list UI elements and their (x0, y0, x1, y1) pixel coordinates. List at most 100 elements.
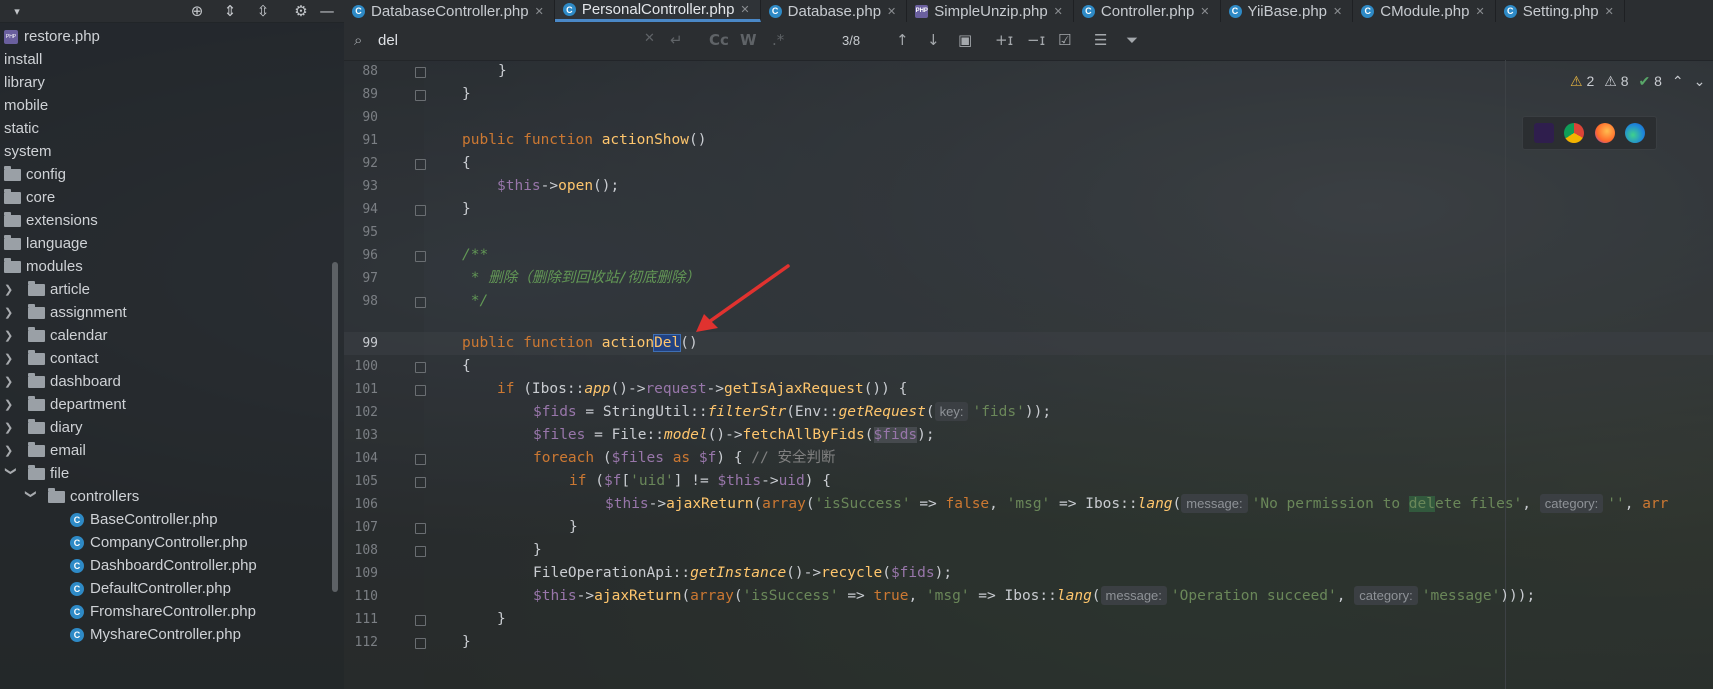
tree-item[interactable]: mobile (4, 94, 48, 117)
add-selection-icon[interactable]: +ɪ (995, 31, 1013, 49)
fold-marker[interactable] (415, 362, 426, 373)
chevron-right-icon[interactable]: ❯ (4, 306, 18, 319)
locate-icon[interactable]: ⊕ (186, 0, 208, 22)
fold-marker[interactable] (415, 67, 426, 78)
close-icon[interactable]: ✕ (1054, 5, 1063, 18)
tab-controller[interactable]: C Controller.php ✕ (1074, 0, 1221, 22)
remove-selection-icon[interactable]: −ɪ (1027, 31, 1045, 49)
typos-indicator[interactable]: ✔ 8 (1639, 73, 1662, 90)
close-icon[interactable]: ✕ (1475, 5, 1484, 18)
fold-marker[interactable] (415, 454, 426, 465)
tab-yiibase[interactable]: C YiiBase.php ✕ (1221, 0, 1354, 22)
tree-item[interactable]: static (4, 117, 39, 140)
inspection-widget[interactable]: ⚠ 2 ⚠ 8 ✔ 8 ⌃ ⌄ (1570, 70, 1705, 92)
expand-all-icon[interactable]: ⇕ (219, 0, 241, 22)
search-input[interactable] (378, 28, 678, 52)
chevron-down-icon[interactable]: ⌄ (1694, 73, 1706, 90)
tree-item[interactable]: core (4, 186, 55, 209)
tree-item[interactable]: ❯ department (4, 393, 126, 416)
next-occurrence-icon[interactable]: ↓ (927, 31, 940, 49)
tab-database[interactable]: C Database.php ✕ (761, 0, 908, 22)
tree-item[interactable]: ❯ assignment (4, 301, 127, 324)
fold-marker[interactable] (415, 251, 426, 262)
tree-item[interactable]: system (4, 140, 52, 163)
fold-marker[interactable] (415, 546, 426, 557)
firefox-icon[interactable] (1594, 123, 1615, 143)
chevron-right-icon[interactable]: ❯ (4, 329, 18, 342)
tree-item[interactable]: C FromshareController.php (70, 600, 256, 623)
close-icon[interactable]: ✕ (1333, 5, 1342, 18)
tree-item[interactable]: modules (4, 255, 83, 278)
tree-item[interactable]: ❯ diary (4, 416, 83, 439)
fold-marker[interactable] (415, 297, 426, 308)
fold-marker[interactable] (415, 205, 426, 216)
tree-item[interactable]: ❯ calendar (4, 324, 108, 347)
chevron-right-icon[interactable]: ❯ (4, 352, 18, 365)
tab-setting[interactable]: C Setting.php ✕ (1496, 0, 1625, 22)
tab-databasecontroller[interactable]: C DatabaseController.php ✕ (344, 0, 555, 22)
tree-scrollbar[interactable] (332, 262, 338, 592)
fold-marker[interactable] (415, 385, 426, 396)
tree-item[interactable]: ❯ contact (4, 347, 98, 370)
tree-item[interactable]: C DashboardController.php (70, 554, 257, 577)
tree-item[interactable]: PHP restore.php (4, 25, 100, 48)
tree-item[interactable]: C CompanyController.php (70, 531, 248, 554)
open-in-window-icon[interactable]: ▣ (958, 31, 972, 49)
dropdown-icon[interactable]: ▾ (6, 0, 28, 22)
select-all-occurrences-icon[interactable]: ☑ (1058, 31, 1071, 49)
chevron-up-icon[interactable]: ⌃ (1672, 73, 1684, 90)
tree-item[interactable]: language (4, 232, 88, 255)
weak-warnings-indicator[interactable]: ⚠ 8 (1604, 73, 1628, 90)
new-line-icon[interactable]: ↵ (670, 31, 683, 49)
close-icon[interactable]: ✕ (740, 3, 749, 16)
search-in-selection-icon[interactable]: ☰ (1094, 31, 1107, 49)
clear-icon[interactable]: ✕ (644, 31, 655, 46)
regex-icon[interactable]: .* (772, 31, 784, 49)
gear-icon[interactable]: ⚙ (290, 0, 312, 22)
tree-item[interactable]: ❯ dashboard (4, 370, 121, 393)
tree-item[interactable]: ❯ email (4, 439, 86, 462)
tree-item[interactable]: ❯ article (4, 278, 90, 301)
tree-item[interactable]: library (4, 71, 45, 94)
close-icon[interactable]: ✕ (887, 5, 896, 18)
chevron-right-icon[interactable]: ❯ (4, 444, 18, 457)
tree-item[interactable]: config (4, 163, 66, 186)
tab-simpleunzip[interactable]: PHP SimpleUnzip.php ✕ (907, 0, 1074, 22)
tab-cmodule[interactable]: C CModule.php ✕ (1353, 0, 1496, 22)
chevron-right-icon[interactable]: ❯ (4, 421, 18, 434)
collapse-all-icon[interactable]: ⇳ (252, 0, 274, 22)
fold-marker[interactable] (415, 477, 426, 488)
tab-personalcontroller[interactable]: C PersonalController.php ✕ (554, 0, 761, 22)
tree-item[interactable]: extensions (4, 209, 98, 232)
fold-marker[interactable] (415, 523, 426, 534)
search-match[interactable]: del (1408, 496, 1435, 512)
previous-occurrence-icon[interactable]: ↑ (896, 31, 909, 49)
tree-item[interactable]: ❯ file (4, 462, 69, 485)
close-icon[interactable]: ✕ (535, 5, 544, 18)
minimize-icon[interactable]: — (316, 0, 338, 22)
chevron-down-icon[interactable]: ❯ (25, 490, 38, 504)
phpstorm-icon[interactable] (1534, 123, 1555, 143)
tree-item[interactable]: C MyshareController.php (70, 623, 241, 646)
chevron-right-icon[interactable]: ❯ (4, 398, 18, 411)
chevron-right-icon[interactable]: ❯ (4, 375, 18, 388)
fold-marker[interactable] (415, 159, 426, 170)
match-case-icon[interactable]: Cc (709, 31, 729, 49)
close-icon[interactable]: ✕ (1200, 5, 1209, 18)
filter-icon[interactable]: ⏷ (1126, 31, 1138, 49)
words-icon[interactable]: W (740, 31, 757, 49)
fold-marker[interactable] (415, 90, 426, 101)
fold-marker[interactable] (415, 615, 426, 626)
tree-item[interactable]: install (4, 48, 42, 71)
tree-item[interactable]: ❯ controllers (24, 485, 139, 508)
tree-item[interactable]: C BaseController.php (70, 508, 218, 531)
chevron-right-icon[interactable]: ❯ (4, 283, 18, 296)
close-icon[interactable]: ✕ (1605, 5, 1614, 18)
search-match-selected[interactable]: Del (653, 334, 682, 352)
fold-marker[interactable] (415, 638, 426, 649)
chrome-icon[interactable] (1564, 123, 1585, 143)
tree-item[interactable]: C DefaultController.php (70, 577, 231, 600)
edge-icon[interactable] (1624, 123, 1645, 143)
chevron-down-icon[interactable]: ❯ (5, 467, 18, 481)
warnings-indicator[interactable]: ⚠ 2 (1570, 73, 1594, 90)
